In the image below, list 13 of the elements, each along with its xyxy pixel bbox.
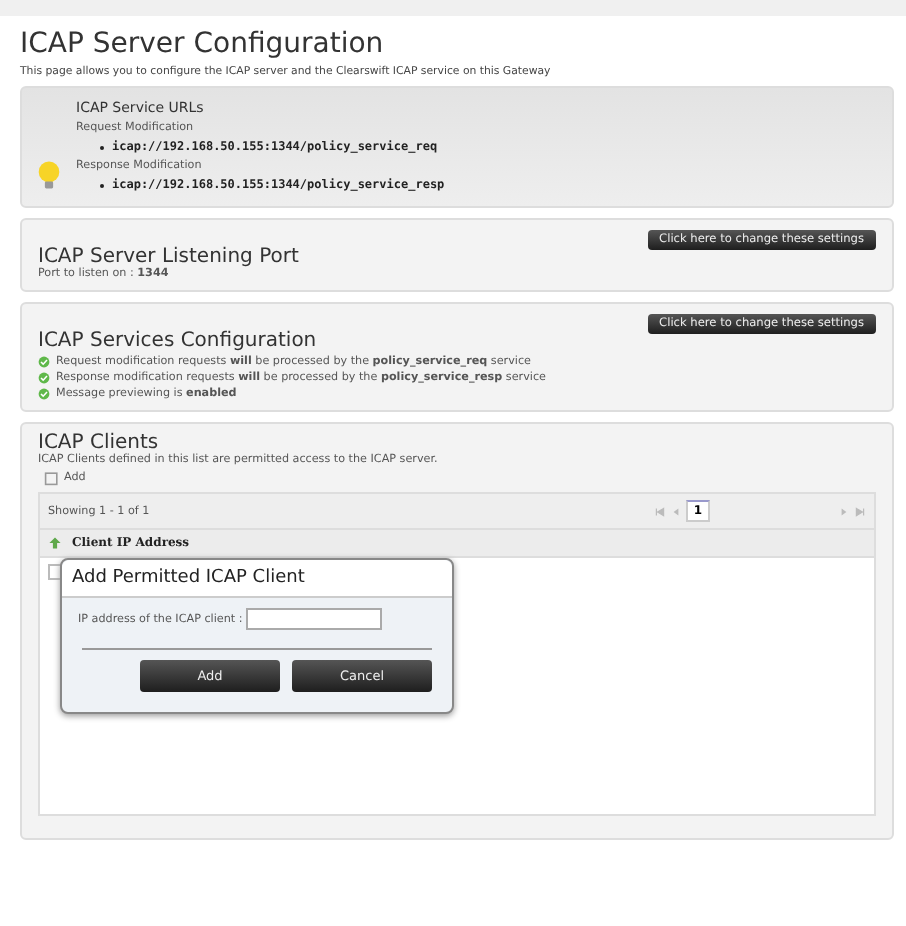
section-heading: ICAP Server Listening Port <box>38 246 299 268</box>
section-heading: ICAP Services Configuration <box>38 330 317 352</box>
last-page-icon[interactable] <box>854 505 866 517</box>
ip-address-field[interactable] <box>246 608 383 630</box>
arrow-icon <box>48 536 62 550</box>
dialog-title: Add Permitted ICAP Client <box>62 560 452 598</box>
lightbulb-icon <box>38 160 60 192</box>
first-page-icon[interactable] <box>653 505 666 517</box>
section-heading: ICAP Clients <box>38 432 159 454</box>
previous-page-icon[interactable] <box>669 505 682 517</box>
add-icon <box>44 470 60 486</box>
page-title: ICAP Server Configuration <box>20 28 386 60</box>
next-page-icon[interactable] <box>838 505 850 517</box>
